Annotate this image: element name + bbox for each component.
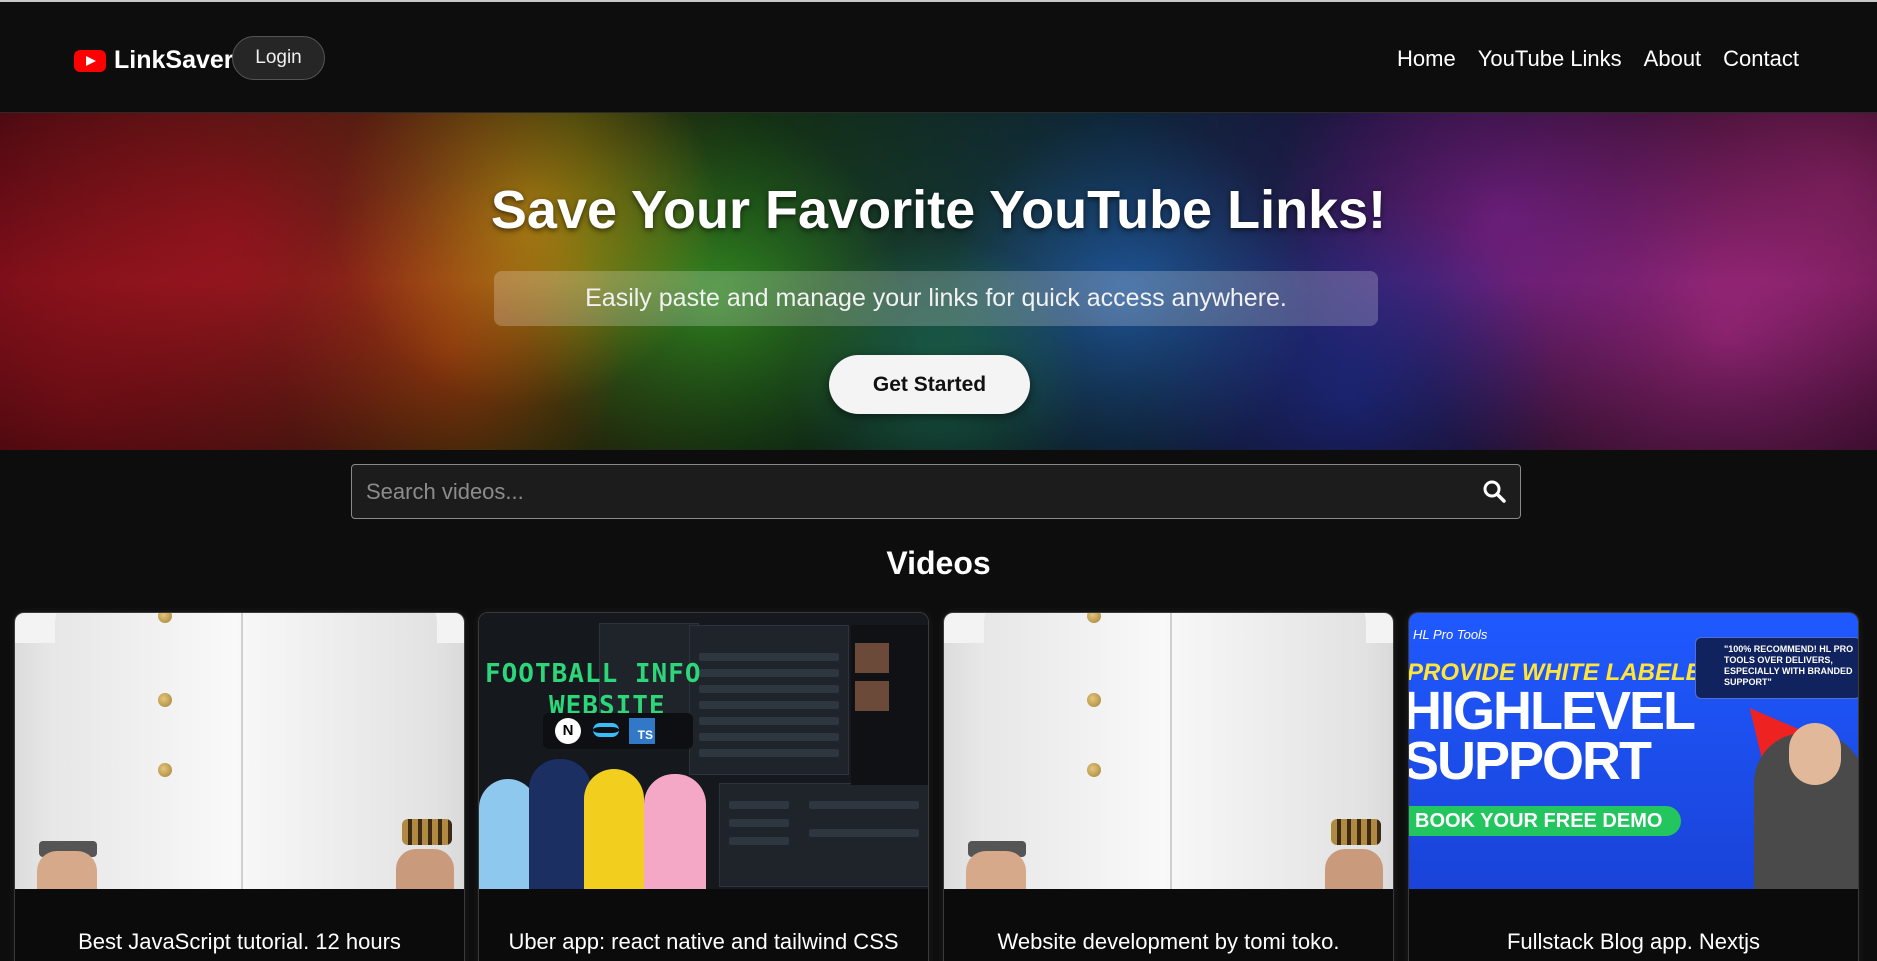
person-face: [1789, 723, 1841, 785]
hero-subtitle: Easily paste and manage your links for q…: [494, 271, 1378, 326]
thumb-shape: [699, 717, 839, 725]
navbar: LinkSaver Login Home YouTube Links About…: [0, 2, 1877, 113]
thumb-shape: [699, 653, 839, 661]
nextjs-logo-icon: N: [555, 718, 581, 744]
thumb-shape: [1331, 819, 1381, 845]
thumb-text: HIGHLEVEL: [1409, 681, 1696, 741]
thumb-shape: [699, 701, 839, 709]
thumb-shape: [1087, 693, 1101, 707]
thumb-shape: [37, 851, 97, 889]
brand-name: LinkSaver: [114, 46, 234, 74]
thumb-shape: [1170, 613, 1172, 889]
thumb-text: FOOTBALL INFO: [485, 659, 702, 689]
typescript-logo-icon: TS: [629, 718, 655, 744]
hero-banner: Save Your Favorite YouTube Links! Easily…: [0, 113, 1877, 450]
video-card[interactable]: Website development by tomi toko.: [943, 612, 1394, 961]
video-thumbnail[interactable]: FOOTBALL INFO WEBSITE N TS: [479, 613, 928, 889]
thumb-shape: [396, 849, 454, 889]
thumb-shape: [729, 837, 789, 845]
login-button[interactable]: Login: [232, 36, 325, 80]
thumb-shape: [809, 801, 919, 809]
search-bar: [351, 464, 1521, 519]
thumb-text: "100% RECOMMEND! HL PRO TOOLS OVER DELIV…: [1695, 637, 1858, 699]
thumb-shape: [699, 685, 839, 693]
nav-link-home[interactable]: Home: [1397, 46, 1456, 72]
thumb-shape: [241, 613, 243, 889]
thumb-text: SUPPORT: [1409, 731, 1652, 791]
thumb-shape: [237, 613, 437, 889]
video-thumbnail[interactable]: HL Pro Tools PROVIDE WHITE LABELED HIGHL…: [1409, 613, 1858, 889]
thumb-text: HL Pro Tools: [1413, 627, 1488, 642]
thumb-shape: [1166, 613, 1366, 889]
video-card[interactable]: FOOTBALL INFO WEBSITE N TS Uber app: rea…: [478, 612, 929, 961]
search-input[interactable]: [352, 465, 1462, 518]
brand[interactable]: LinkSaver: [74, 46, 234, 75]
thumb-shape: [402, 819, 452, 845]
thumb-shape: [809, 829, 919, 837]
thumb-shape: [1087, 763, 1101, 777]
thumb-shape: [1325, 849, 1383, 889]
thumb-shape: [699, 733, 839, 741]
thumb-shape: [699, 749, 839, 757]
video-title[interactable]: Best JavaScript tutorial. 12 hours: [25, 927, 454, 957]
video-thumbnail[interactable]: [15, 613, 464, 889]
video-card[interactable]: Best JavaScript tutorial. 12 hours: [14, 612, 465, 961]
youtube-logo-icon: [74, 49, 106, 72]
player-figure: [644, 774, 706, 889]
thumb-shape: [966, 851, 1026, 889]
get-started-button[interactable]: Get Started: [829, 355, 1030, 414]
thumb-shape: [851, 625, 928, 785]
tailwind-logo-icon: [593, 723, 619, 737]
hero-title: Save Your Favorite YouTube Links!: [490, 180, 1387, 240]
nav-links: Home YouTube Links About Contact: [1397, 46, 1799, 72]
thumb-text: BOOK YOUR FREE DEMO: [1409, 806, 1681, 836]
thumb-shape: [855, 643, 889, 673]
player-figure: [584, 769, 644, 889]
player-figure: [529, 759, 591, 889]
thumb-shape: [729, 819, 789, 827]
video-title[interactable]: Website development by tomi toko.: [954, 927, 1383, 957]
nav-link-about[interactable]: About: [1644, 46, 1702, 72]
thumb-shape: [158, 693, 172, 707]
video-thumbnail[interactable]: [944, 613, 1393, 889]
nav-link-contact[interactable]: Contact: [1723, 46, 1799, 72]
search-icon[interactable]: [1482, 479, 1506, 503]
nav-link-youtube-links[interactable]: YouTube Links: [1478, 46, 1622, 72]
video-title[interactable]: Fullstack Blog app. Nextjs: [1419, 927, 1848, 957]
thumb-shape: [855, 681, 889, 711]
thumb-shape: [158, 763, 172, 777]
video-title[interactable]: Uber app: react native and tailwind CSS: [489, 927, 918, 957]
video-card[interactable]: HL Pro Tools PROVIDE WHITE LABELED HIGHL…: [1408, 612, 1859, 961]
videos-heading: Videos: [886, 545, 991, 581]
thumb-shape: [729, 801, 789, 809]
thumb-shape: [699, 669, 839, 677]
